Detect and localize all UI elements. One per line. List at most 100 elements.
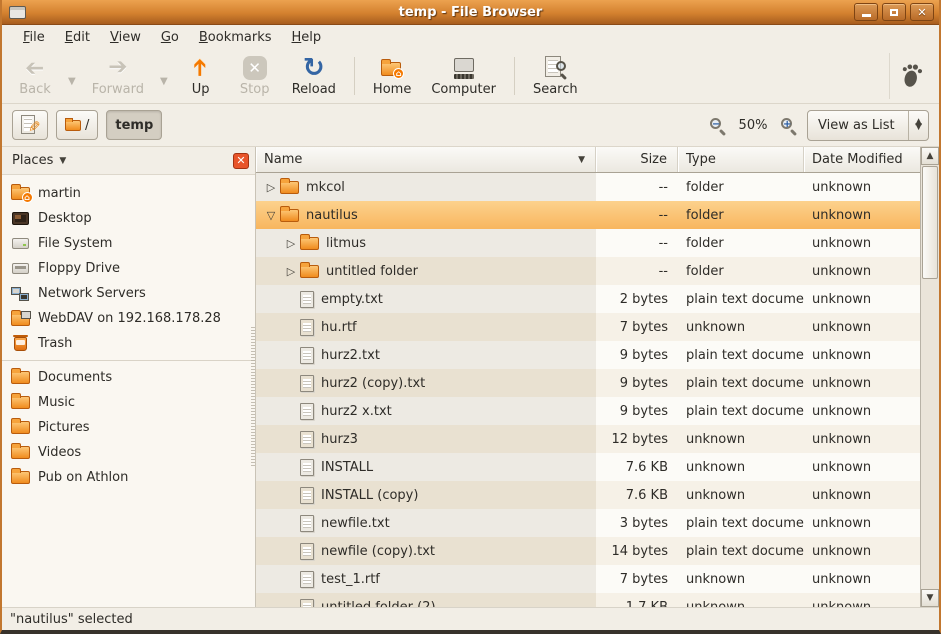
current-path-button[interactable]: temp <box>106 110 162 140</box>
column-header-date-modified[interactable]: Date Modified <box>804 147 920 172</box>
file-row-newfile-txt[interactable]: newfile.txt3 bytesplain text documentunk… <box>256 509 920 537</box>
scroll-down-icon[interactable]: ▼ <box>921 589 939 607</box>
root-path-button[interactable]: / <box>56 110 98 140</box>
file-row-test-1-rtf[interactable]: test_1.rtf7 bytesunknownunknown <box>256 565 920 593</box>
menu-item-bookmarks[interactable]: Bookmarks <box>190 27 281 48</box>
file-row-mkcol[interactable]: ▷mkcol--folderunknown <box>256 173 920 201</box>
folder-icon <box>300 265 319 278</box>
computer-icon <box>452 56 476 80</box>
home-label: Home <box>373 82 411 97</box>
zoom-in-button[interactable]: + <box>780 117 797 134</box>
menu-item-help[interactable]: Help <box>283 27 331 48</box>
file-size: 9 bytes <box>620 348 668 363</box>
file-size: 1.7 KB <box>626 600 668 608</box>
titlebar[interactable]: temp - File Browser ✕ <box>2 0 939 25</box>
scrollbar-thumb[interactable] <box>922 166 938 279</box>
expander-closed-icon[interactable]: ▷ <box>282 265 300 278</box>
menu-item-file[interactable]: File <box>14 27 54 48</box>
file-date-modified: unknown <box>812 516 871 531</box>
sidebar-item-music[interactable]: Music <box>2 390 255 415</box>
maximize-button-icon[interactable] <box>882 3 906 21</box>
forward-history-dropdown-icon[interactable]: ▼ <box>156 76 172 87</box>
file-type: unknown <box>686 320 745 335</box>
file-type: folder <box>686 264 724 279</box>
expander-closed-icon[interactable]: ▷ <box>262 181 280 194</box>
file-row-hurz2-txt[interactable]: hurz2.txt9 bytesplain text documentunkno… <box>256 341 920 369</box>
sidebar-item-label: File System <box>38 236 112 251</box>
zoom-out-button[interactable]: − <box>709 117 726 134</box>
folder-icon <box>280 181 299 194</box>
scrollbar-track[interactable] <box>921 165 939 589</box>
home-icon: ⌂ <box>381 60 403 76</box>
sidebar-item-pub-on-athlon[interactable]: Pub on Athlon <box>2 465 255 490</box>
sidebar-item-label: Pictures <box>38 420 89 435</box>
file-row-hurz3[interactable]: hurz312 bytesunknownunknown <box>256 425 920 453</box>
column-header-type[interactable]: Type <box>678 147 804 172</box>
computer-button[interactable]: Computer <box>421 52 506 101</box>
sidebar-item-pictures[interactable]: Pictures <box>2 415 255 440</box>
sidebar-item-floppy-drive[interactable]: Floppy Drive <box>2 256 255 281</box>
text-file-icon <box>300 347 314 364</box>
sidebar-item-desktop[interactable]: Desktop <box>2 206 255 231</box>
file-type: folder <box>686 208 724 223</box>
sidebar-item-videos[interactable]: Videos <box>2 440 255 465</box>
file-date-modified: unknown <box>812 572 871 587</box>
file-row-nautilus[interactable]: ▽nautilus--folderunknown <box>256 201 920 229</box>
menu-item-view[interactable]: View <box>101 27 150 48</box>
text-file-icon <box>300 487 314 504</box>
file-row-empty-txt[interactable]: empty.txt2 bytesplain text documentunkno… <box>256 285 920 313</box>
back-history-dropdown-icon[interactable]: ▼ <box>64 76 80 87</box>
file-row-hurz2-copy-txt[interactable]: hurz2 (copy).txt9 bytesplain text docume… <box>256 369 920 397</box>
sidebar-item-webdav-on-192-168-178-28[interactable]: WebDAV on 192.168.178.28 <box>2 306 255 331</box>
column-header-label: Type <box>686 152 716 167</box>
expander-open-icon[interactable]: ▽ <box>262 209 280 222</box>
folder-icon <box>10 396 30 409</box>
menu-item-go[interactable]: Go <box>152 27 188 48</box>
forward-label: Forward <box>92 82 144 97</box>
file-type: plain text document <box>686 292 804 307</box>
folder-icon <box>10 421 30 434</box>
file-row-hurz2-x-txt[interactable]: hurz2 x.txt9 bytesplain text documentunk… <box>256 397 920 425</box>
file-type: plain text document <box>686 348 804 363</box>
sidebar-item-trash[interactable]: Trash <box>2 331 255 356</box>
toolbar: Back▼Forward▼UpStopReload⌂HomeComputerSe… <box>2 49 939 104</box>
back-button[interactable]: Back <box>8 52 62 101</box>
reload-button[interactable]: Reload <box>282 52 346 101</box>
sidebar-item-documents[interactable]: Documents <box>2 365 255 390</box>
sidebar-item-martin[interactable]: ⌂martin <box>2 181 255 206</box>
file-row-untitled-folder[interactable]: ▷untitled folder--folderunknown <box>256 257 920 285</box>
close-button-icon[interactable]: ✕ <box>910 3 934 21</box>
close-sidebar-icon[interactable]: ✕ <box>233 153 249 169</box>
file-row-untitled-folder-2-[interactable]: untitled folder (2)1.7 KBunknownunknown <box>256 593 920 607</box>
column-header-size[interactable]: Size <box>596 147 678 172</box>
stop-button[interactable]: Stop <box>228 52 282 101</box>
file-date-modified: unknown <box>812 460 871 475</box>
column-header-label: Size <box>640 152 667 167</box>
file-size: 12 bytes <box>612 432 669 447</box>
minimize-button-icon[interactable] <box>854 3 878 21</box>
search-button[interactable]: Search <box>523 52 588 101</box>
file-row-hu-rtf[interactable]: hu.rtf7 bytesunknownunknown <box>256 313 920 341</box>
up-button[interactable]: Up <box>174 52 228 101</box>
expander-closed-icon[interactable]: ▷ <box>282 237 300 250</box>
folder-icon <box>10 471 30 484</box>
sidebar-item-file-system[interactable]: File System <box>2 231 255 256</box>
vertical-scrollbar[interactable]: ▲ ▼ <box>920 147 939 607</box>
view-mode-select[interactable]: View as List ▲▼ <box>807 110 929 141</box>
file-row-newfile-copy-txt[interactable]: newfile (copy).txt14 bytesplain text doc… <box>256 537 920 565</box>
forward-button[interactable]: Forward <box>82 52 154 101</box>
scroll-up-icon[interactable]: ▲ <box>921 147 939 165</box>
file-row-install[interactable]: INSTALL7.6 KBunknownunknown <box>256 453 920 481</box>
sidebar-item-label: WebDAV on 192.168.178.28 <box>38 311 221 326</box>
file-row-install-copy-[interactable]: INSTALL (copy)7.6 KBunknownunknown <box>256 481 920 509</box>
edit-location-button[interactable]: ✎ <box>12 110 48 140</box>
file-date-modified: unknown <box>812 348 871 363</box>
home-button[interactable]: ⌂ Home <box>363 52 421 101</box>
menu-item-edit[interactable]: Edit <box>56 27 99 48</box>
sidebar-item-network-servers[interactable]: Network Servers <box>2 281 255 306</box>
stop-label: Stop <box>240 82 270 97</box>
file-type: folder <box>686 236 724 251</box>
column-header-name[interactable]: Name▼ <box>256 147 596 172</box>
places-title[interactable]: Places <box>12 153 53 168</box>
file-row-litmus[interactable]: ▷litmus--folderunknown <box>256 229 920 257</box>
